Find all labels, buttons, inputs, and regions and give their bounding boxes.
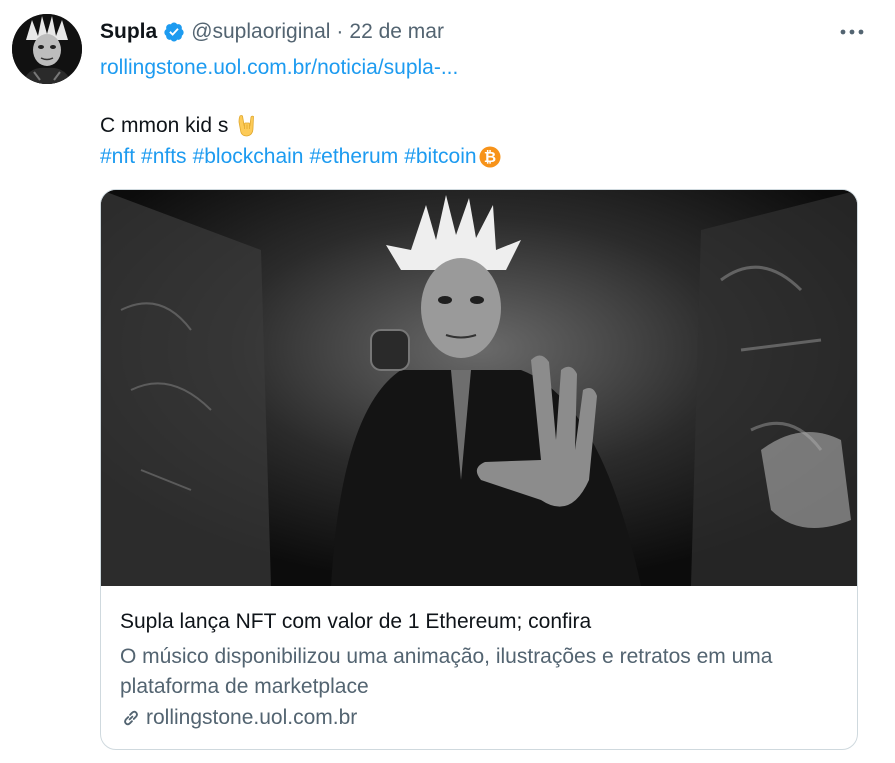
verified-badge-icon — [164, 22, 184, 42]
author-handle[interactable]: @suplaoriginal — [191, 20, 330, 44]
tweet-link[interactable]: rollingstone.uol.com.br/noticia/supla-..… — [100, 56, 458, 80]
card-photo — [101, 190, 857, 586]
avatar[interactable] — [12, 14, 82, 84]
hashtag-nfts[interactable]: #nfts — [141, 145, 187, 169]
author-name[interactable]: Supla — [100, 20, 157, 44]
avatar-image — [12, 14, 82, 84]
sign-of-horns-emoji-icon — [238, 115, 255, 137]
card-image[interactable] — [101, 190, 857, 586]
hashtags: #nft #nfts #blockchain #etherum #bitcoin… — [100, 145, 501, 169]
tweet-date[interactable]: 22 de mar — [349, 20, 444, 44]
header-separator: · — [336, 20, 344, 43]
hashtag-etherum[interactable]: #etherum — [309, 145, 398, 169]
card-domain: rollingstone.uol.com.br — [146, 706, 358, 729]
hashtag-bitcoin[interactable]: #bitcoin — [404, 145, 476, 169]
tweet-header: Supla @suplaoriginal · 22 de mar — [100, 18, 855, 46]
tweet-text: C mmon kid s — [100, 114, 229, 137]
tweet-text-line: C mmon kid s — [100, 114, 258, 138]
card-domain-row: rollingstone.uol.com.br — [120, 706, 357, 730]
card-title: Supla lança NFT com valor de 1 Ethereum;… — [120, 610, 592, 633]
link-icon — [124, 710, 138, 726]
more-options-icon[interactable] — [837, 22, 867, 42]
bitcoin-emoji-icon: ₿ — [479, 146, 501, 168]
hashtag-nft[interactable]: #nft — [100, 145, 135, 169]
tweet[interactable]: Supla @suplaoriginal · 22 de mar rolling… — [0, 0, 895, 763]
hashtag-blockchain[interactable]: #blockchain — [193, 145, 304, 169]
card-description: O músico disponibilizou uma animação, il… — [120, 645, 773, 698]
link-preview-card[interactable]: Supla lança NFT com valor de 1 Ethereum;… — [100, 189, 858, 750]
svg-text:₿: ₿ — [483, 148, 495, 166]
